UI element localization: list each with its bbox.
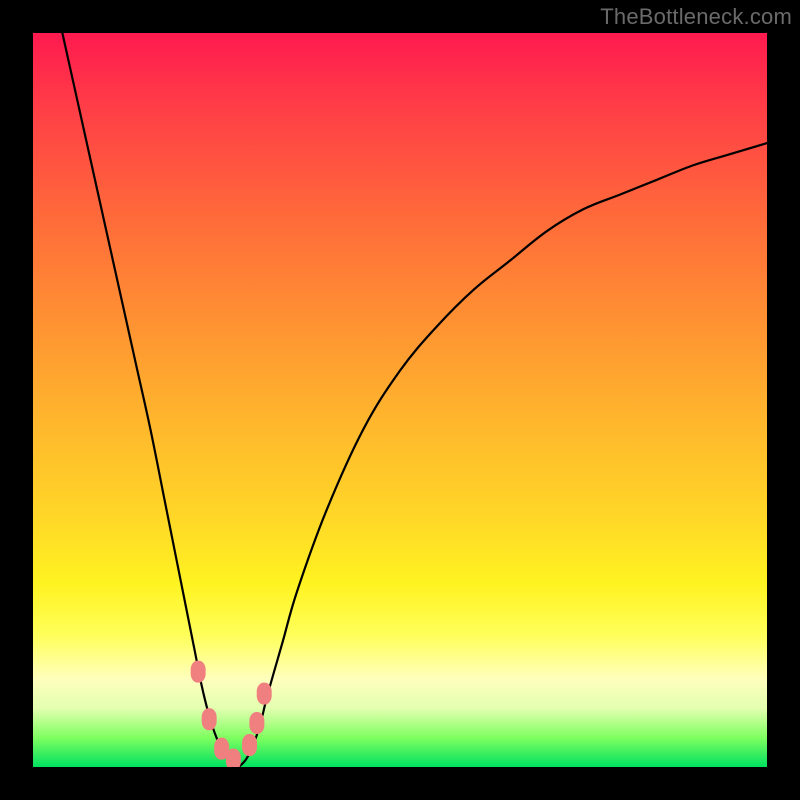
- curve-layer: [33, 33, 767, 767]
- watermark-text: TheBottleneck.com: [600, 4, 792, 30]
- highlight-markers: [191, 661, 272, 767]
- plot-area: [33, 33, 767, 767]
- curve-right-branch: [239, 143, 767, 767]
- chart-frame: TheBottleneck.com: [0, 0, 800, 800]
- marker-dot: [202, 708, 217, 730]
- marker-dot: [191, 661, 206, 683]
- marker-dot: [257, 683, 272, 705]
- marker-dot: [242, 734, 257, 756]
- marker-dot: [249, 712, 264, 734]
- marker-dot: [226, 749, 241, 767]
- curve-left-branch: [62, 33, 238, 767]
